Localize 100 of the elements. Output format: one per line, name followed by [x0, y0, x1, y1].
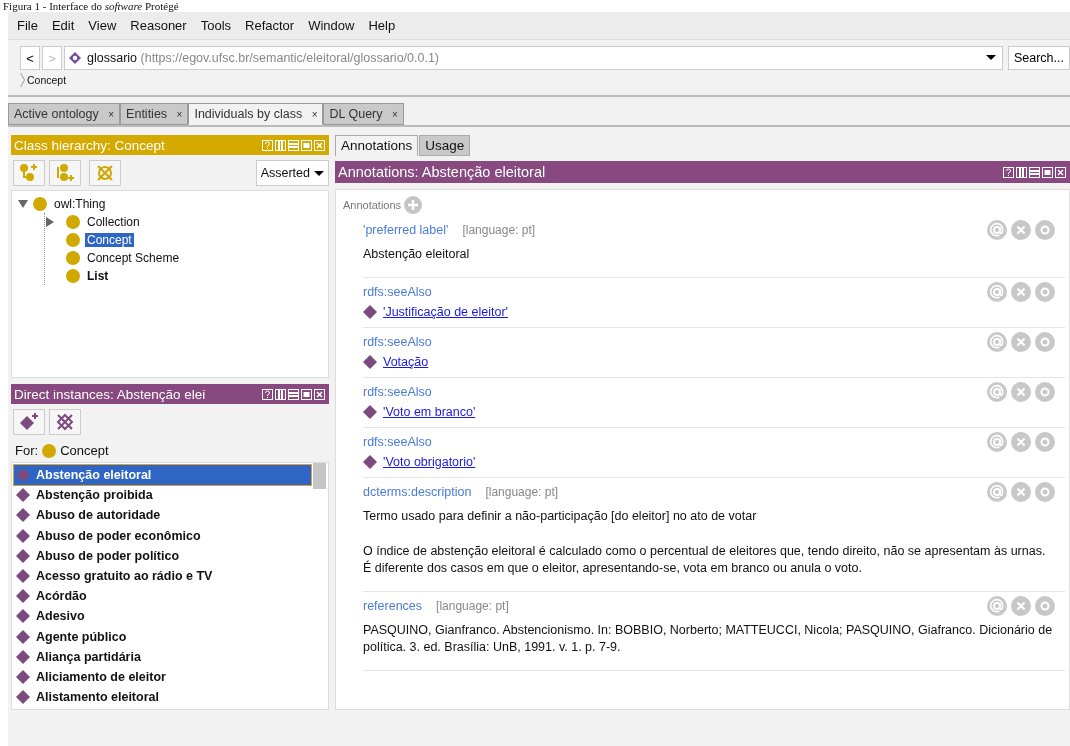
add-sibling-icon [55, 163, 75, 183]
add-sibling-button[interactable] [49, 160, 81, 186]
delete-class-button[interactable] [89, 160, 121, 186]
individual-item[interactable]: Aliciamento de eleitor [14, 666, 311, 688]
individual-link[interactable]: 'Justificação de eleitor' [383, 305, 508, 319]
add-individual-button[interactable] [13, 409, 45, 435]
asserted-dropdown[interactable]: Asserted [255, 160, 329, 186]
expand-triangle-icon[interactable] [45, 217, 55, 227]
annotate-icon[interactable] [987, 382, 1007, 402]
individual-icon [16, 508, 30, 523]
menu-item[interactable]: Edit [51, 18, 75, 33]
individual-item[interactable]: Aliança partidária [14, 646, 311, 667]
delete-individual-button[interactable] [49, 409, 81, 435]
individual-item[interactable]: Acórdão [14, 586, 311, 607]
tree-item[interactable]: Collection [85, 215, 142, 229]
delete-icon[interactable] [1011, 282, 1031, 302]
tab[interactable]: Individuals by class [194, 107, 303, 121]
edit-icon[interactable] [1035, 282, 1055, 302]
ontology-iri-field[interactable]: glossario (https://egov.ufsc.br/semantic/eleitoral/glossario/0.0.1) [64, 46, 1003, 70]
class-icon [66, 215, 80, 229]
back-button[interactable]: < [20, 46, 40, 70]
expand-triangle-icon[interactable] [18, 199, 28, 209]
menu-item[interactable]: Help [368, 18, 396, 33]
individual-item[interactable]: Abstenção eleitoral [14, 465, 311, 486]
search-button[interactable]: Search... [1007, 46, 1070, 70]
individual-item[interactable]: Alistamento eleitoral [14, 687, 311, 708]
individual-link[interactable]: Votação [383, 355, 429, 369]
close-icon[interactable]: × [108, 109, 115, 120]
caret-icon [985, 55, 996, 60]
individual-item[interactable]: Abstenção proibida [14, 485, 311, 506]
close-icon[interactable]: × [392, 109, 398, 120]
panel-title: Class hierarchy: Concept [14, 137, 166, 153]
edit-icon[interactable] [1035, 332, 1055, 352]
individual-item[interactable]: Adesivo [14, 606, 311, 627]
menu-item[interactable]: Reasoner [130, 18, 187, 33]
tree-item[interactable]: Concept [85, 233, 134, 247]
individual-item[interactable]: Abuso de poder político [14, 545, 311, 566]
menu-item[interactable]: File [17, 18, 38, 33]
property-name[interactable]: rdfs:seeAlso [363, 435, 432, 449]
individual-item[interactable]: Abuso de autoridade [14, 505, 311, 526]
tree-item[interactable]: Concept Scheme [85, 251, 182, 265]
annotate-icon[interactable] [987, 482, 1007, 502]
for-label: For: [15, 443, 39, 458]
close-icon[interactable] [1055, 166, 1066, 178]
tab[interactable]: Entities [126, 107, 168, 121]
delete-icon[interactable] [1011, 482, 1031, 502]
property-name[interactable]: references [363, 599, 423, 613]
menu-item[interactable]: Tools [200, 18, 232, 33]
property-name[interactable]: rdfs:seeAlso [363, 335, 432, 349]
max-icon[interactable] [1042, 166, 1053, 178]
tree-item[interactable]: owl:Thing [52, 197, 108, 211]
add-icon[interactable] [404, 196, 423, 214]
tree-item[interactable]: List [85, 269, 111, 283]
property-name[interactable]: rdfs:seeAlso [363, 285, 432, 299]
property-name[interactable]: dcterms:description [363, 485, 472, 499]
annotate-icon[interactable] [987, 332, 1007, 352]
property-name[interactable]: 'preferred label' [363, 223, 449, 237]
help-icon[interactable] [1003, 166, 1014, 178]
close-icon[interactable]: × [311, 109, 318, 120]
annotate-icon[interactable] [987, 432, 1007, 452]
menu-item[interactable]: Window [308, 18, 355, 33]
edit-icon[interactable] [1035, 432, 1055, 452]
individual-item[interactable]: Acesso gratuito ao rádio e TV [14, 565, 311, 587]
delete-icon[interactable] [1011, 332, 1031, 352]
split-v-icon[interactable] [275, 388, 286, 400]
edit-icon[interactable] [1035, 382, 1055, 402]
max-icon[interactable] [301, 388, 312, 400]
property-name[interactable]: rdfs:seeAlso [363, 385, 432, 399]
individual-icon [16, 649, 30, 664]
tab[interactable]: Active ontology [14, 107, 99, 121]
individual-link[interactable]: 'Voto obrigatorio' [383, 455, 476, 469]
individual-link[interactable]: 'Voto em branco' [383, 405, 476, 419]
scrollbar[interactable] [313, 463, 326, 489]
diamond-ring-icon [69, 52, 81, 64]
annotate-icon[interactable] [987, 220, 1007, 240]
individual-item[interactable]: Abuso de poder econômico [14, 525, 311, 546]
delete-icon[interactable] [1011, 220, 1031, 240]
edit-icon[interactable] [1035, 482, 1055, 502]
add-subclass-button[interactable] [13, 160, 45, 186]
annotate-icon[interactable] [987, 282, 1007, 302]
tab[interactable]: Annotations [335, 135, 419, 156]
delete-icon[interactable] [1011, 382, 1031, 402]
tab[interactable]: DL Query [329, 107, 383, 121]
menu-item[interactable]: View [88, 18, 117, 33]
individual-icon [363, 405, 377, 419]
split-v-icon[interactable] [1016, 166, 1027, 178]
close-icon[interactable]: × [176, 109, 183, 120]
split-h-icon[interactable] [288, 388, 299, 400]
edit-icon[interactable] [1035, 596, 1055, 616]
menu-item[interactable]: Refactor [245, 18, 295, 33]
individual-item[interactable]: Agente público [14, 626, 311, 647]
close-icon[interactable] [314, 388, 325, 400]
delete-icon[interactable] [1011, 596, 1031, 616]
split-h-icon[interactable] [1029, 166, 1040, 178]
delete-icon[interactable] [1011, 432, 1031, 452]
edit-icon[interactable] [1035, 220, 1055, 240]
annotate-icon[interactable] [987, 596, 1007, 616]
tab[interactable]: Usage [419, 135, 471, 156]
help-icon[interactable] [262, 388, 273, 400]
breadcrumb-item[interactable]: Concept [27, 74, 67, 86]
